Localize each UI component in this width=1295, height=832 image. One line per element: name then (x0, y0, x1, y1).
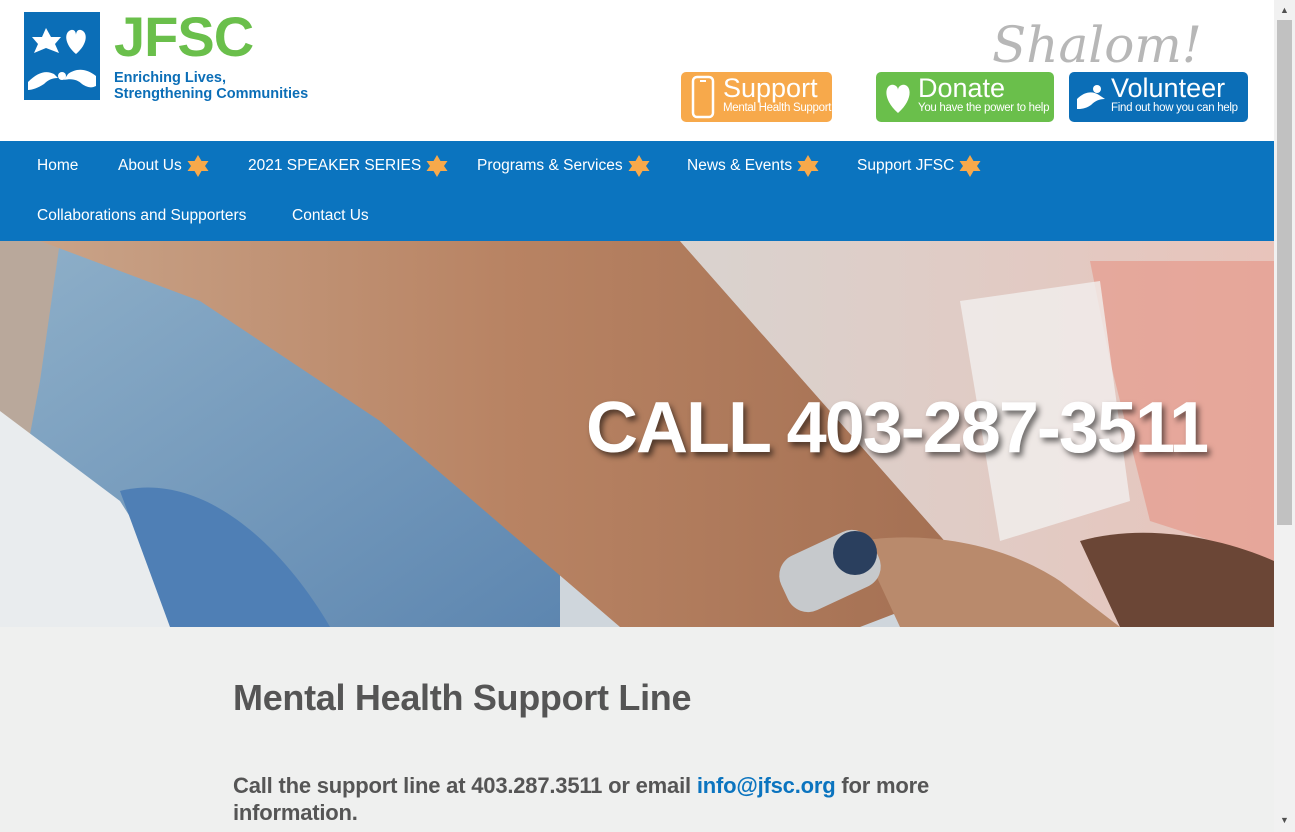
volunteer-cta-subtitle: Find out how you can help (1111, 102, 1238, 114)
star-of-david-submenu-icon (628, 155, 650, 177)
star-of-david-submenu-icon (187, 155, 209, 177)
volunteer-cta-button[interactable]: Volunteer Find out how you can help (1069, 72, 1248, 122)
nav-item-contact-us[interactable]: Contact Us (292, 191, 369, 241)
nav-item-2021-speaker-series[interactable]: 2021 SPEAKER SERIES (248, 141, 449, 191)
nav-item-label: Home (37, 157, 79, 174)
email-link[interactable]: info@jfsc.org (697, 773, 836, 798)
star-of-david-submenu-icon (959, 155, 981, 177)
site-header: JFSC Enriching Lives, Strengthening Comm… (0, 0, 1274, 141)
shalom-script-greeting: Shalom! (992, 16, 1202, 70)
hero-banner: CALL 403-287-3511 (0, 241, 1274, 627)
shalom-text: Shalom! (992, 16, 1202, 70)
logo-tagline: Enriching Lives, Strengthening Communiti… (114, 70, 324, 102)
star-of-david-submenu-icon (797, 155, 819, 177)
intro-paragraph: Call the support line at 403.287.3511 or… (233, 772, 953, 826)
nav-item-collaborations-supporters[interactable]: Collaborations and Supporters (37, 191, 246, 241)
tagline-line-1: Enriching Lives, (114, 70, 226, 86)
nav-item-news-events[interactable]: News & Events (687, 141, 820, 191)
nav-item-support-jfsc[interactable]: Support JFSC (857, 141, 982, 191)
page: JFSC Enriching Lives, Strengthening Comm… (0, 0, 1295, 832)
nav-item-home[interactable]: Home (37, 141, 78, 191)
page-title: Mental Health Support Line (233, 677, 692, 718)
donate-cta-subtitle: You have the power to help (918, 102, 1050, 114)
donate-cta-button[interactable]: Donate You have the power to help (876, 72, 1054, 122)
nav-item-label: Collaborations and Supporters (37, 207, 247, 224)
intro-text-prefix: Call the support line at 403.287.3511 or… (233, 773, 697, 798)
support-cta-button[interactable]: Support Mental Health Support Line (681, 72, 832, 122)
vertical-scrollbar[interactable]: ▲ ▼ (1274, 0, 1295, 832)
support-cta-subtitle: Mental Health Support Line (723, 102, 832, 114)
volunteer-cta-title: Volunteer (1111, 73, 1226, 103)
support-cta-title: Support (723, 73, 818, 103)
nav-item-label: About Us (118, 157, 182, 174)
main-navigation: Home About Us 2021 SPEAKER SERIES Progra… (0, 141, 1274, 241)
nav-item-programs-services[interactable]: Programs & Services (477, 141, 651, 191)
donate-cta-title: Donate (918, 73, 1006, 103)
logo-wordmark: JFSC (114, 5, 254, 68)
phone-icon (691, 75, 715, 119)
star-of-david-submenu-icon (426, 155, 448, 177)
hero-headline: CALL 403-287-3511 (586, 388, 1209, 468)
scroll-up-arrow-icon[interactable]: ▲ (1274, 2, 1295, 19)
nav-item-label: Contact Us (292, 207, 369, 224)
nav-item-about-us[interactable]: About Us (118, 141, 210, 191)
nav-item-label: Programs & Services (477, 157, 623, 174)
scroll-down-arrow-icon[interactable]: ▼ (1274, 812, 1295, 829)
heart-icon (886, 84, 910, 113)
logo-emblem (24, 12, 100, 100)
main-content: Mental Health Support Line Call the supp… (0, 627, 1274, 832)
nav-item-label: News & Events (687, 157, 793, 174)
nav-item-label: Support JFSC (857, 157, 955, 174)
scrollbar-thumb[interactable] (1277, 20, 1292, 525)
star-heart-hands-icon (24, 12, 100, 100)
tagline-line-2: Strengthening Communities (114, 86, 309, 102)
helping-hand-icon (1077, 85, 1105, 109)
nav-item-label: 2021 SPEAKER SERIES (248, 157, 422, 174)
site-logo-link[interactable]: JFSC Enriching Lives, Strengthening Comm… (24, 5, 324, 104)
